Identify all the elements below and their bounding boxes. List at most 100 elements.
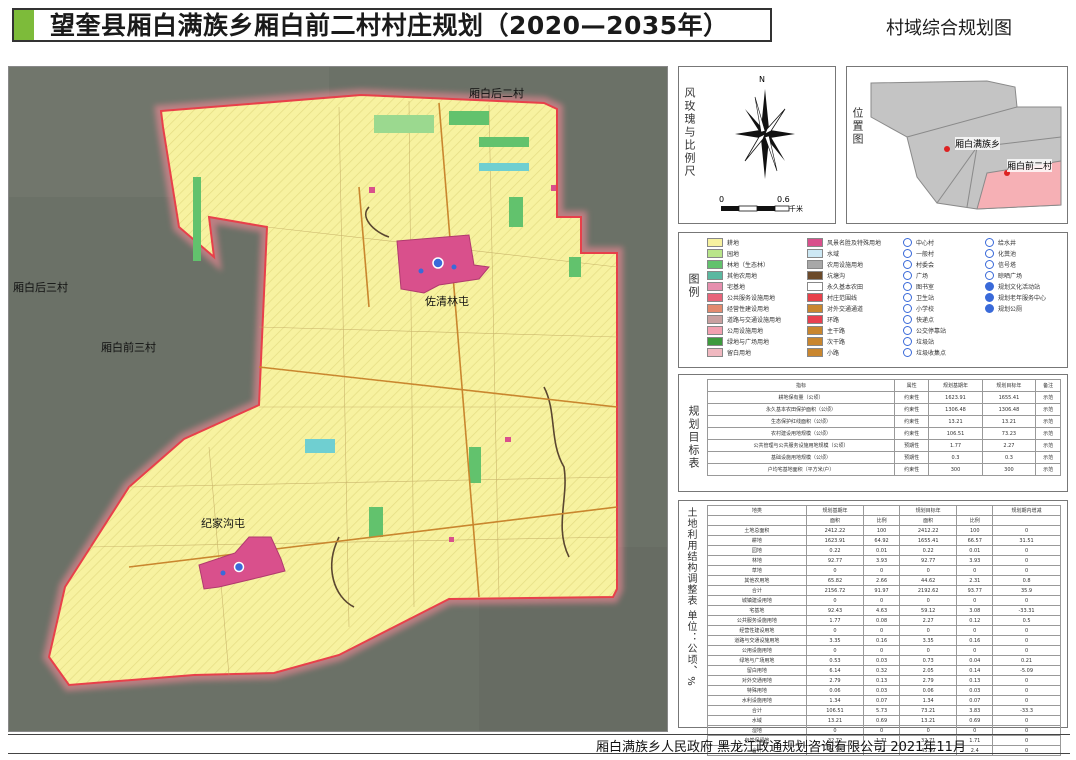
table-cell: 1.34: [898, 695, 958, 706]
table-cell: 66.57: [956, 535, 994, 546]
legend-item: 图书室: [903, 281, 989, 292]
table-row: 道路与交通设施用地 3.35 0.16 3.35 0.16 0: [707, 635, 1061, 646]
legend-item: 中心村: [903, 237, 989, 248]
table-cell: 2.66: [863, 575, 900, 586]
table-cell: 65.82: [805, 575, 865, 586]
landuse-panel: 土地利用结构调整表 单位：公顷、% 地类 规划基期年 规划目标年 规划期内增减 面积 比例…: [678, 500, 1068, 756]
table-cell: 4.63: [863, 605, 900, 616]
legend-label: 耕地: [727, 240, 740, 247]
legend-item: 经营性建设用地: [707, 303, 807, 314]
label-west-village-upper: 厢白后三村: [13, 281, 68, 294]
table-cell: 0.14: [956, 665, 994, 676]
table-cell: 0: [992, 645, 1061, 656]
table-row: 水域 13.21 0.69 13.21 0.69 0: [707, 715, 1061, 726]
legend-swatch: [707, 249, 723, 258]
legend-label: 留白用地: [727, 350, 752, 357]
table-header-cell: 比例: [863, 515, 900, 526]
table-cell: 0: [956, 565, 994, 576]
table-header-row: 地类 规划基期年 规划目标年 规划期内增减: [707, 505, 1061, 516]
table-cell: 绿地与广场用地: [707, 655, 807, 666]
table-cell: 道路与交通设施用地: [707, 635, 807, 646]
footer: 厢白满族乡人民政府 黑龙江政通规划咨询有限公司 2021年11月: [596, 736, 966, 755]
table-cell: 3.35: [805, 635, 865, 646]
legend-label: 次干路: [827, 339, 846, 346]
legend-item: 小路: [807, 347, 907, 358]
table-cell: 2412.22: [898, 525, 958, 536]
table-cell: 0: [898, 595, 958, 606]
table-header-cell: [707, 515, 807, 526]
table-cell: 预期性: [893, 439, 930, 452]
legend-item: 一般村: [903, 248, 989, 259]
table-row: 合计 2156.72 91.97 2192.62 93.77 35.9: [707, 585, 1061, 596]
legend-swatch: [807, 260, 823, 269]
table-cell: 1655.41: [981, 391, 1037, 404]
table-cell: 约束性: [893, 415, 930, 428]
table-row: 土地总面积 2412.22 100 2412.22 100 0: [707, 525, 1061, 536]
table-cell: 106.51: [805, 705, 865, 716]
legend-label: 快递点: [916, 317, 935, 324]
table-cell: 0.3: [928, 451, 983, 464]
table-row: 园地 0.22 0.01 0.22 0.01 0: [707, 545, 1061, 556]
legend-swatch: [807, 304, 823, 313]
legend-label: 垃圾收集点: [916, 350, 947, 357]
table-row: 公共服务设施用地 1.77 0.08 2.27 0.12 0.5: [707, 615, 1061, 626]
table-cell: 0.06: [805, 685, 865, 696]
table-cell: 91.97: [863, 585, 900, 596]
table-cell: 0: [898, 625, 958, 636]
table-cell: 1623.91: [805, 535, 865, 546]
legend-swatch: [807, 326, 823, 335]
legend-swatch: [707, 315, 723, 324]
table-cell: 示范: [1035, 415, 1061, 428]
table-header-cell: 备注: [1035, 379, 1061, 392]
north-label: N: [759, 75, 765, 84]
table-cell: 0.06: [898, 685, 958, 696]
table-cell: 13.21: [928, 415, 983, 428]
location-panel-label: 位置图: [851, 107, 864, 146]
table-cell: 0.13: [956, 675, 994, 686]
legend-item: 环路: [807, 314, 907, 325]
label-north-village: 厢白后二村: [469, 87, 524, 100]
table-cell: 300: [981, 463, 1037, 476]
table-cell: 0.73: [898, 655, 958, 666]
legend-col-landuse: 耕地 园地 林地（生态林） 其他农用地 宅基地 公共服务设施用地 经营性建设用地 道路与交通设…: [707, 237, 807, 358]
table-header-cell: 面积: [805, 515, 865, 526]
legend-swatch: [807, 249, 823, 258]
table-cell: 约束性: [893, 427, 930, 440]
table-cell: 13.21: [898, 715, 958, 726]
table-cell: 3.93: [956, 555, 994, 566]
table-cell: 0: [863, 625, 900, 636]
table-cell: 示范: [1035, 427, 1061, 440]
legend-item: 垃圾站: [903, 336, 989, 347]
table-row: 户均宅基地面积（平方米/户） 约束性 300 300 示范: [707, 463, 1061, 476]
legend-item: 其他农用地: [707, 270, 807, 281]
legend-label: 绿地与广场用地: [727, 339, 770, 346]
legend-label: 公共服务设施用地: [727, 295, 776, 302]
table-row: 基础设施用地规模（公顷） 预期性 0.3 0.3 示范: [707, 451, 1061, 464]
table-cell: 城镇建设用地: [707, 595, 807, 606]
table-cell: 经营性建设用地: [707, 625, 807, 636]
table-cell: 1.77: [928, 439, 983, 452]
table-cell: 约束性: [893, 403, 930, 416]
table-header-row: 指标 属性 规划基期年 规划目标年 备注: [707, 379, 1061, 392]
table-cell: 35.9: [992, 585, 1061, 596]
table-cell: 31.51: [992, 535, 1061, 546]
main-map[interactable]: 厢白后二村 厢白后三村 厢白前三村 佐清林屯 纪家沟屯: [8, 66, 668, 732]
table-row: 其他农用地 65.82 2.66 44.62 2.31 0.8: [707, 575, 1061, 586]
landuse-title: 土地利用结构调整表: [685, 507, 696, 606]
label-west-village-lower: 厢白前三村: [101, 341, 156, 354]
table-cell: 水利设施用地: [707, 695, 807, 706]
table-cell: 0: [992, 715, 1061, 726]
table-cell: 6.14: [805, 665, 865, 676]
table-cell: 示范: [1035, 391, 1061, 404]
table-cell: 0: [805, 645, 865, 656]
legend-item: 林地（生态林）: [707, 259, 807, 270]
table-subheader-row: 面积 比例 面积 比例: [707, 515, 1061, 526]
table-cell: 64.92: [863, 535, 900, 546]
table-header-cell: 规划期内增减: [992, 505, 1061, 516]
legend-label: 公用设施用地: [727, 328, 764, 335]
legend-item: 垃圾收集点: [903, 347, 989, 358]
title-box: 望奎县厢白满族乡厢白前二村村庄规划（2020—2035年）: [12, 8, 772, 42]
legend-item: 卫生站: [903, 292, 989, 303]
legend-swatch: [707, 326, 723, 335]
table-cell: 约束性: [893, 391, 930, 404]
